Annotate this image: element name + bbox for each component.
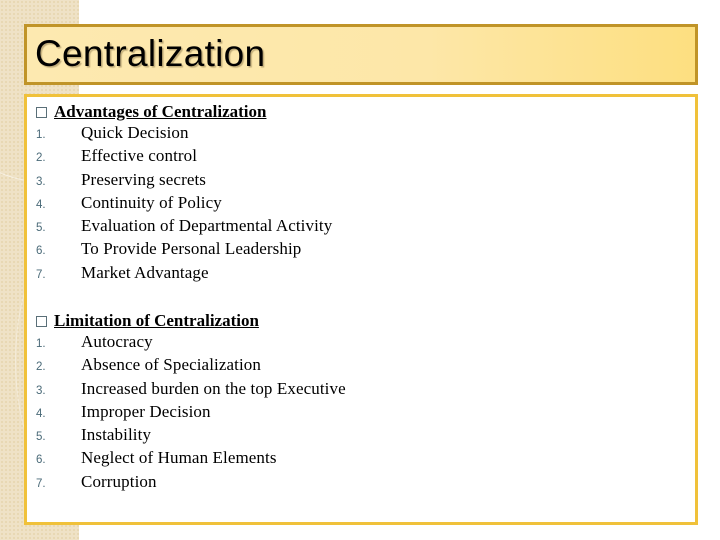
item-number: 5.: [36, 431, 46, 444]
section-heading-row: Advantages of Centralization: [36, 100, 332, 123]
item-text: Quick Decision: [81, 123, 189, 142]
advantages-section: Advantages of Centralization 1. Quick Dec…: [36, 100, 332, 286]
square-bullet-icon: [36, 106, 47, 118]
item-text: Preserving secrets: [81, 169, 207, 189]
item-text: Evaluation of Departmental Activity: [81, 216, 333, 236]
limitations-section: Limitation of Centralization 1. Autocracy…: [36, 309, 346, 495]
item-number: 1.: [36, 129, 46, 141]
item-number: 5.: [36, 222, 46, 235]
section-heading: Advantages of Centralization: [54, 101, 267, 121]
item-number: 4.: [36, 407, 46, 420]
item-number: 6.: [36, 454, 46, 467]
list-item: 7. Market Advantage: [36, 263, 332, 286]
item-text: Market Advantage: [81, 262, 209, 282]
list-item: 1. Autocracy: [36, 332, 346, 355]
item-text: Instability: [81, 425, 152, 445]
list-item: 2. Effective control: [36, 146, 332, 169]
item-number: 6.: [36, 245, 46, 258]
item-text: Continuity of Policy: [81, 192, 222, 212]
list-item: 4. Improper Decision: [36, 402, 346, 425]
list-item: 5. Instability: [36, 425, 346, 448]
list-item: 7. Corruption: [36, 472, 346, 495]
list-item: 5. Evaluation of Departmental Activity: [36, 216, 332, 239]
list-item: 1. Quick Decision: [36, 123, 332, 146]
item-number: 2.: [36, 361, 46, 374]
title-box: Centralization: [24, 24, 698, 85]
list-item: 6. To Provide Personal Leadership: [36, 239, 332, 262]
item-text: Autocracy: [81, 332, 153, 351]
item-number: 7.: [36, 477, 46, 490]
item-text: Increased burden on the top Executive: [81, 378, 346, 398]
content-box: Advantages of Centralization 1. Quick Dec…: [24, 94, 698, 525]
item-text: To Provide Personal Leadership: [81, 239, 302, 259]
list-item: 3. Increased burden on the top Executive: [36, 379, 346, 402]
section-heading-row: Limitation of Centralization: [36, 309, 346, 332]
item-text: Corruption: [81, 471, 157, 491]
item-text: Absence of Specialization: [81, 355, 261, 375]
section-heading: Limitation of Centralization: [54, 310, 259, 330]
item-number: 2.: [36, 152, 46, 165]
item-number: 3.: [36, 384, 46, 397]
list-item: 3. Preserving secrets: [36, 170, 332, 193]
item-text: Neglect of Human Elements: [81, 448, 277, 468]
item-number: 7.: [36, 268, 46, 281]
list-item: 4. Continuity of Policy: [36, 193, 332, 216]
list-item: 6. Neglect of Human Elements: [36, 448, 346, 471]
slide-title: Centralization: [35, 33, 266, 74]
item-number: 1.: [36, 338, 46, 350]
list-item: 2. Absence of Specialization: [36, 355, 346, 378]
item-text: Effective control: [81, 146, 198, 166]
item-number: 3.: [36, 175, 46, 188]
item-number: 4.: [36, 198, 46, 211]
square-bullet-icon: [36, 315, 47, 327]
item-text: Improper Decision: [81, 401, 211, 421]
